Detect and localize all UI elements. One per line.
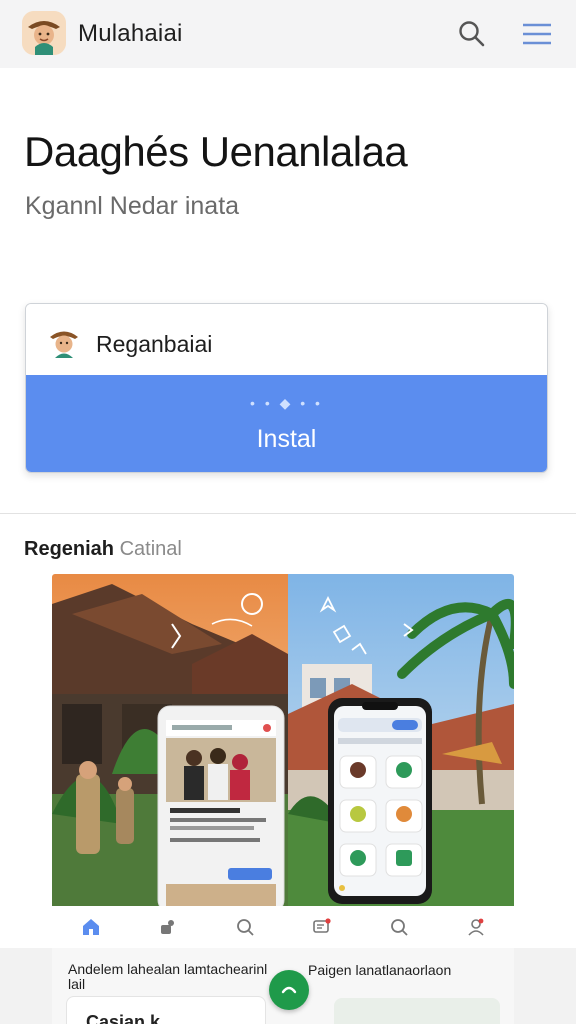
search-icon: [236, 919, 254, 936]
arrow-icon: [281, 986, 297, 994]
messages-icon: [312, 918, 331, 933]
nav-home[interactable]: [52, 906, 129, 948]
nav-messages[interactable]: [283, 906, 360, 948]
install-button-label: Instal: [256, 425, 317, 453]
nav-people[interactable]: [129, 906, 206, 948]
panel-right-text: Paigen lanatlanaorlaon: [308, 962, 452, 978]
menu-button[interactable]: [516, 14, 558, 54]
menu-icon: [523, 23, 551, 45]
showcase-image[interactable]: [52, 574, 514, 914]
section-title-light: Catinal: [119, 538, 182, 560]
loading-dots: • • ◆ • •: [250, 395, 323, 411]
nav-explore[interactable]: [360, 906, 437, 948]
panel-left-text: Andelem lahealan lamtachearinl lail: [68, 961, 268, 992]
search-icon: [459, 21, 485, 47]
app-logo-icon[interactable]: [22, 11, 66, 55]
people-icon: [160, 920, 174, 934]
section-title: Regeniah Catinal: [24, 538, 182, 561]
top-app-bar: Mulahaiai: [0, 0, 576, 68]
nav-profile[interactable]: [437, 906, 514, 948]
install-card: Reganbaiai • • ◆ • • Instal: [25, 303, 548, 473]
install-card-app-name: Reganbaiai: [96, 331, 213, 357]
search-button[interactable]: [452, 14, 492, 54]
app-avatar-icon: [50, 331, 78, 358]
app-title: Mulahaiai: [78, 20, 183, 47]
panel-right-card[interactable]: [334, 998, 500, 1024]
install-button[interactable]: • • ◆ • • Instal: [26, 375, 547, 472]
install-card-header: Reganbaiai: [26, 304, 547, 375]
floating-action-button[interactable]: [269, 970, 309, 1010]
section-title-strong: Regeniah: [24, 538, 115, 560]
nav-search[interactable]: [206, 906, 283, 948]
page-title: Daaghés Uenanlalaa: [24, 128, 408, 175]
panel-left-card-label: Casian k: [86, 1012, 161, 1024]
home-icon: [82, 919, 99, 935]
section-divider: [0, 513, 576, 514]
profile-icon: [467, 918, 484, 936]
page-subtitle: Kgannl Nedar inata: [25, 192, 240, 220]
search-icon: [390, 919, 408, 936]
